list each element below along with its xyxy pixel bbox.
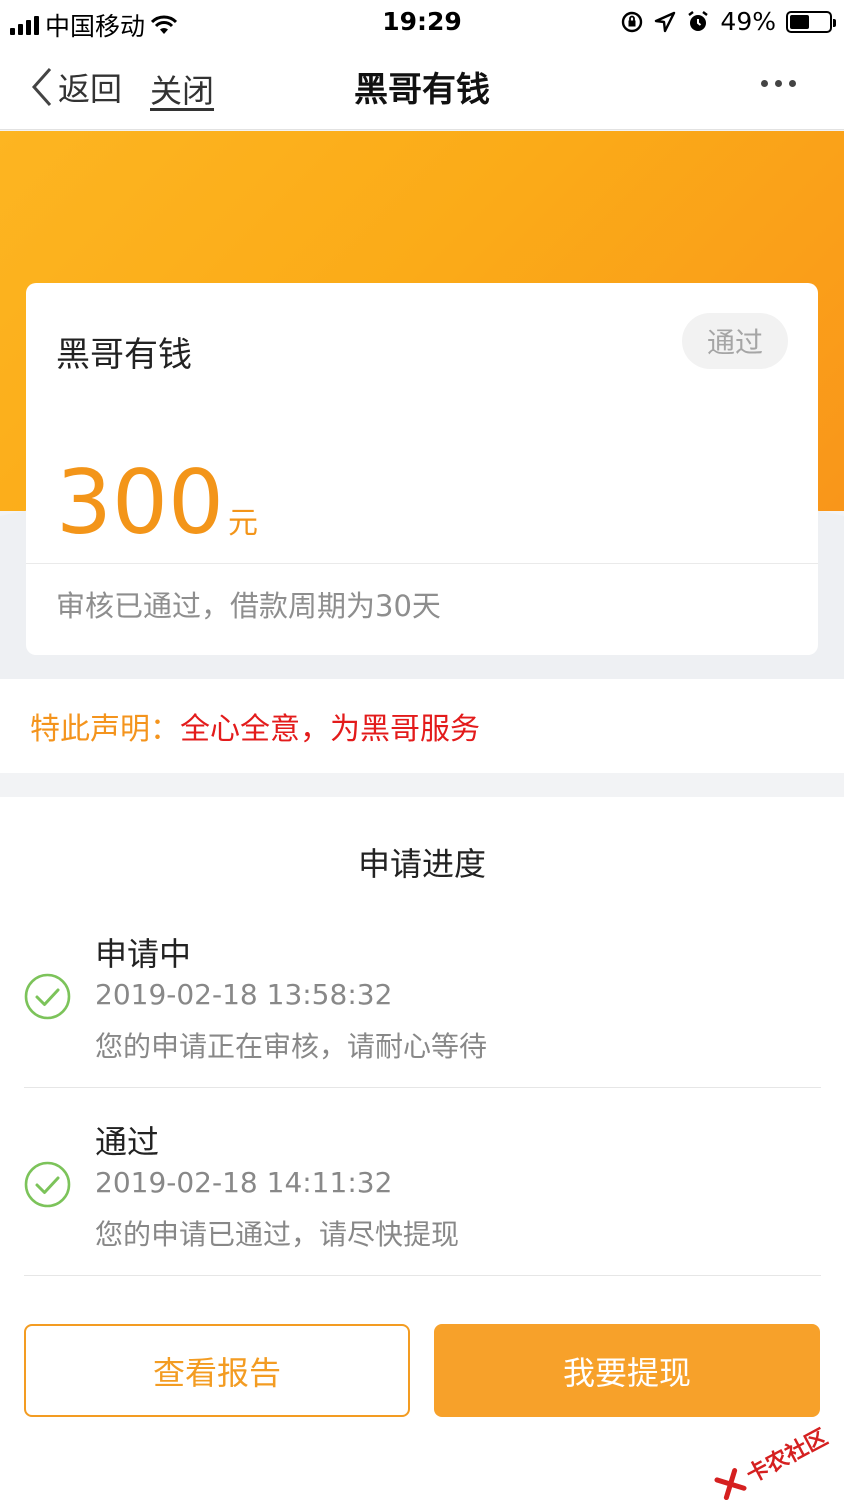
approval-note: 审核已通过，借款周期为30天 <box>56 589 441 623</box>
loan-amount: 300 元 <box>56 453 258 553</box>
more-dot-icon <box>775 80 782 87</box>
more-dot-icon <box>761 80 768 87</box>
chevron-left-icon <box>31 68 52 106</box>
divider <box>26 563 818 564</box>
watermark: 卡农社区 <box>711 1420 832 1500</box>
back-button[interactable]: 返回 <box>30 64 122 110</box>
step-title: 通过 <box>95 1123 160 1161</box>
loan-product-name: 黑哥有钱 <box>56 335 192 375</box>
more-dot-icon <box>789 80 796 87</box>
statement-label: 特此声明： <box>30 712 180 747</box>
loan-card: 黑哥有钱 通过 300 元 审核已通过，借款周期为30天 <box>26 283 818 655</box>
alarm-icon <box>688 10 709 31</box>
step-title: 申请中 <box>95 935 192 973</box>
progress-title: 申请进度 <box>357 845 486 883</box>
watermark-text: 卡农社区 <box>742 1424 833 1489</box>
page-title: 黑哥有钱 <box>354 70 490 110</box>
withdraw-button[interactable]: 我要提现 <box>434 1324 820 1417</box>
more-button[interactable] <box>761 80 796 87</box>
status-badge: 通过 <box>682 313 788 369</box>
check-circle-icon <box>24 1161 71 1208</box>
back-label: 返回 <box>58 70 123 108</box>
status-right: 49% <box>620 7 836 36</box>
battery-percent: 49% <box>720 7 776 36</box>
step-description: 您的申请正在审核，请耐心等待 <box>95 1030 488 1063</box>
divider <box>24 1087 821 1088</box>
step-description: 您的申请已通过，请尽快提现 <box>95 1218 460 1251</box>
statement-banner: 特此声明： 全心全意，为黑哥服务 <box>0 679 844 773</box>
battery-icon <box>786 10 836 33</box>
location-icon <box>655 11 676 32</box>
step-time: 2019-02-18 13:58:32 <box>95 978 393 1011</box>
rotation-lock-icon <box>622 11 643 32</box>
amount-unit: 元 <box>227 506 258 541</box>
status-bar: 中国移动 19:29 49% <box>0 0 844 42</box>
watermark-logo-icon <box>714 1468 747 1500</box>
check-circle-icon <box>24 973 71 1020</box>
page: 中国移动 19:29 49% 返回 关闭 黑哥有钱 黑哥有钱 通过 300 元 … <box>0 0 844 1500</box>
progress-step: 通过 2019-02-18 14:11:32 您的申请已通过，请尽快提现 <box>24 1115 821 1276</box>
statement-text: 全心全意，为黑哥服务 <box>180 712 480 747</box>
divider <box>24 1275 821 1276</box>
progress-section: 申请进度 申请中 2019-02-18 13:58:32 您的申请正在审核，请耐… <box>0 797 844 1500</box>
nav-bar: 返回 关闭 黑哥有钱 <box>0 42 844 130</box>
amount-value: 300 <box>56 451 224 554</box>
close-link[interactable]: 关闭 <box>150 66 214 112</box>
progress-step: 申请中 2019-02-18 13:58:32 您的申请正在审核，请耐心等待 <box>24 927 821 1088</box>
view-report-button[interactable]: 查看报告 <box>24 1324 410 1417</box>
step-time: 2019-02-18 14:11:32 <box>95 1166 393 1199</box>
